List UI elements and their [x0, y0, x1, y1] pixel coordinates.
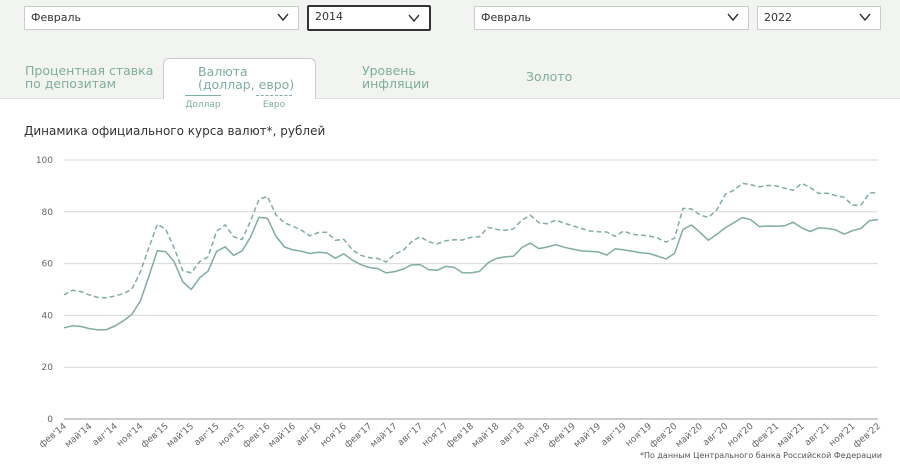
x-tick-label: май'17 [369, 422, 400, 450]
x-tick-label: фев'14 [38, 421, 70, 450]
legend-dollar: Доллар [185, 95, 221, 110]
tab-deposit-rate-line2: по депозитам [25, 75, 117, 91]
x-tick-label: фев'21 [750, 422, 781, 451]
chevron-down-icon [277, 13, 289, 22]
x-tick-label: фев'17 [343, 422, 374, 451]
x-tick-label: май'20 [674, 421, 705, 449]
x-tick-label: авг'17 [396, 422, 425, 449]
chevron-down-icon [859, 13, 871, 22]
x-tick-label: авг'14 [91, 421, 120, 448]
x-tick-label: май'15 [165, 422, 196, 450]
tab-currency[interactable]: Валюта (доллар, евро) [163, 58, 316, 99]
chevron-down-icon [727, 13, 739, 22]
to-month-value: Февраль [481, 11, 531, 24]
x-tick-label: фев'20 [648, 421, 680, 450]
legend-euro-label: Евро [262, 100, 286, 110]
x-tick-label: май'14 [63, 421, 94, 449]
legend-dollar-swatch [185, 95, 221, 96]
legend-euro-swatch [256, 95, 292, 96]
x-tick-label: авг'21 [803, 422, 832, 449]
x-tick-label: авг'20 [701, 421, 730, 448]
x-tick-label: май'18 [470, 421, 501, 449]
x-tick-label: май'16 [267, 421, 298, 449]
x-tick-label: май'19 [572, 421, 603, 449]
y-tick-label: 40 [42, 311, 54, 321]
tab-inflation[interactable]: Уровень инфляции [362, 60, 472, 98]
x-tick-label: фев'19 [546, 421, 578, 450]
x-tick-label: фев'22 [852, 422, 883, 451]
chevron-down-icon [408, 14, 420, 23]
x-tick-label: авг'18 [498, 421, 527, 448]
from-month-select[interactable]: Февраль [24, 6, 299, 30]
x-tick-label: фев'15 [139, 422, 170, 451]
x-tick-label: фев'16 [241, 421, 273, 450]
tab-inflation-line2: инфляции [362, 75, 430, 91]
currency-line-chart: 020406080100фев'14май'14авг'14ноя'14фев'… [36, 156, 883, 451]
y-tick-label: 20 [42, 363, 54, 373]
x-tick-label: авг'16 [294, 421, 323, 448]
to-year-select[interactable]: 2022 [757, 6, 881, 30]
chart-title: Динамика официального курса валют*, рубл… [24, 124, 326, 138]
y-tick-label: 100 [36, 156, 53, 166]
y-tick-label: 60 [42, 260, 54, 270]
tab-currency-line2: (доллар, евро) [198, 76, 295, 92]
y-tick-label: 0 [47, 415, 53, 425]
series-line-dollar [63, 216, 879, 331]
from-year-select[interactable]: 2014 [307, 5, 431, 31]
to-month-select[interactable]: Февраль [474, 6, 749, 30]
to-year-value: 2022 [764, 11, 792, 24]
legend-dollar-label: Доллар [185, 100, 221, 110]
filter-bar: Февраль 2014 Февраль 2022 Процентная ста… [0, 0, 900, 99]
from-month-value: Февраль [31, 11, 81, 24]
x-tick-label: авг'19 [600, 421, 629, 448]
x-tick-label: авг'15 [193, 422, 222, 449]
legend-euro: Евро [256, 95, 292, 110]
x-tick-label: фев'18 [445, 421, 477, 450]
tab-deposit-rate[interactable]: Процентная ставка по депозитам [25, 60, 160, 98]
tab-gold-line1: Золото [526, 69, 573, 84]
from-year-value: 2014 [315, 10, 343, 23]
x-tick-label: май'21 [776, 422, 807, 450]
source-note: *По данным Центрального банка Российской… [639, 451, 882, 460]
tab-gold[interactable]: Золото [526, 60, 606, 98]
series-line-euro [63, 182, 878, 299]
y-tick-label: 80 [42, 208, 54, 218]
